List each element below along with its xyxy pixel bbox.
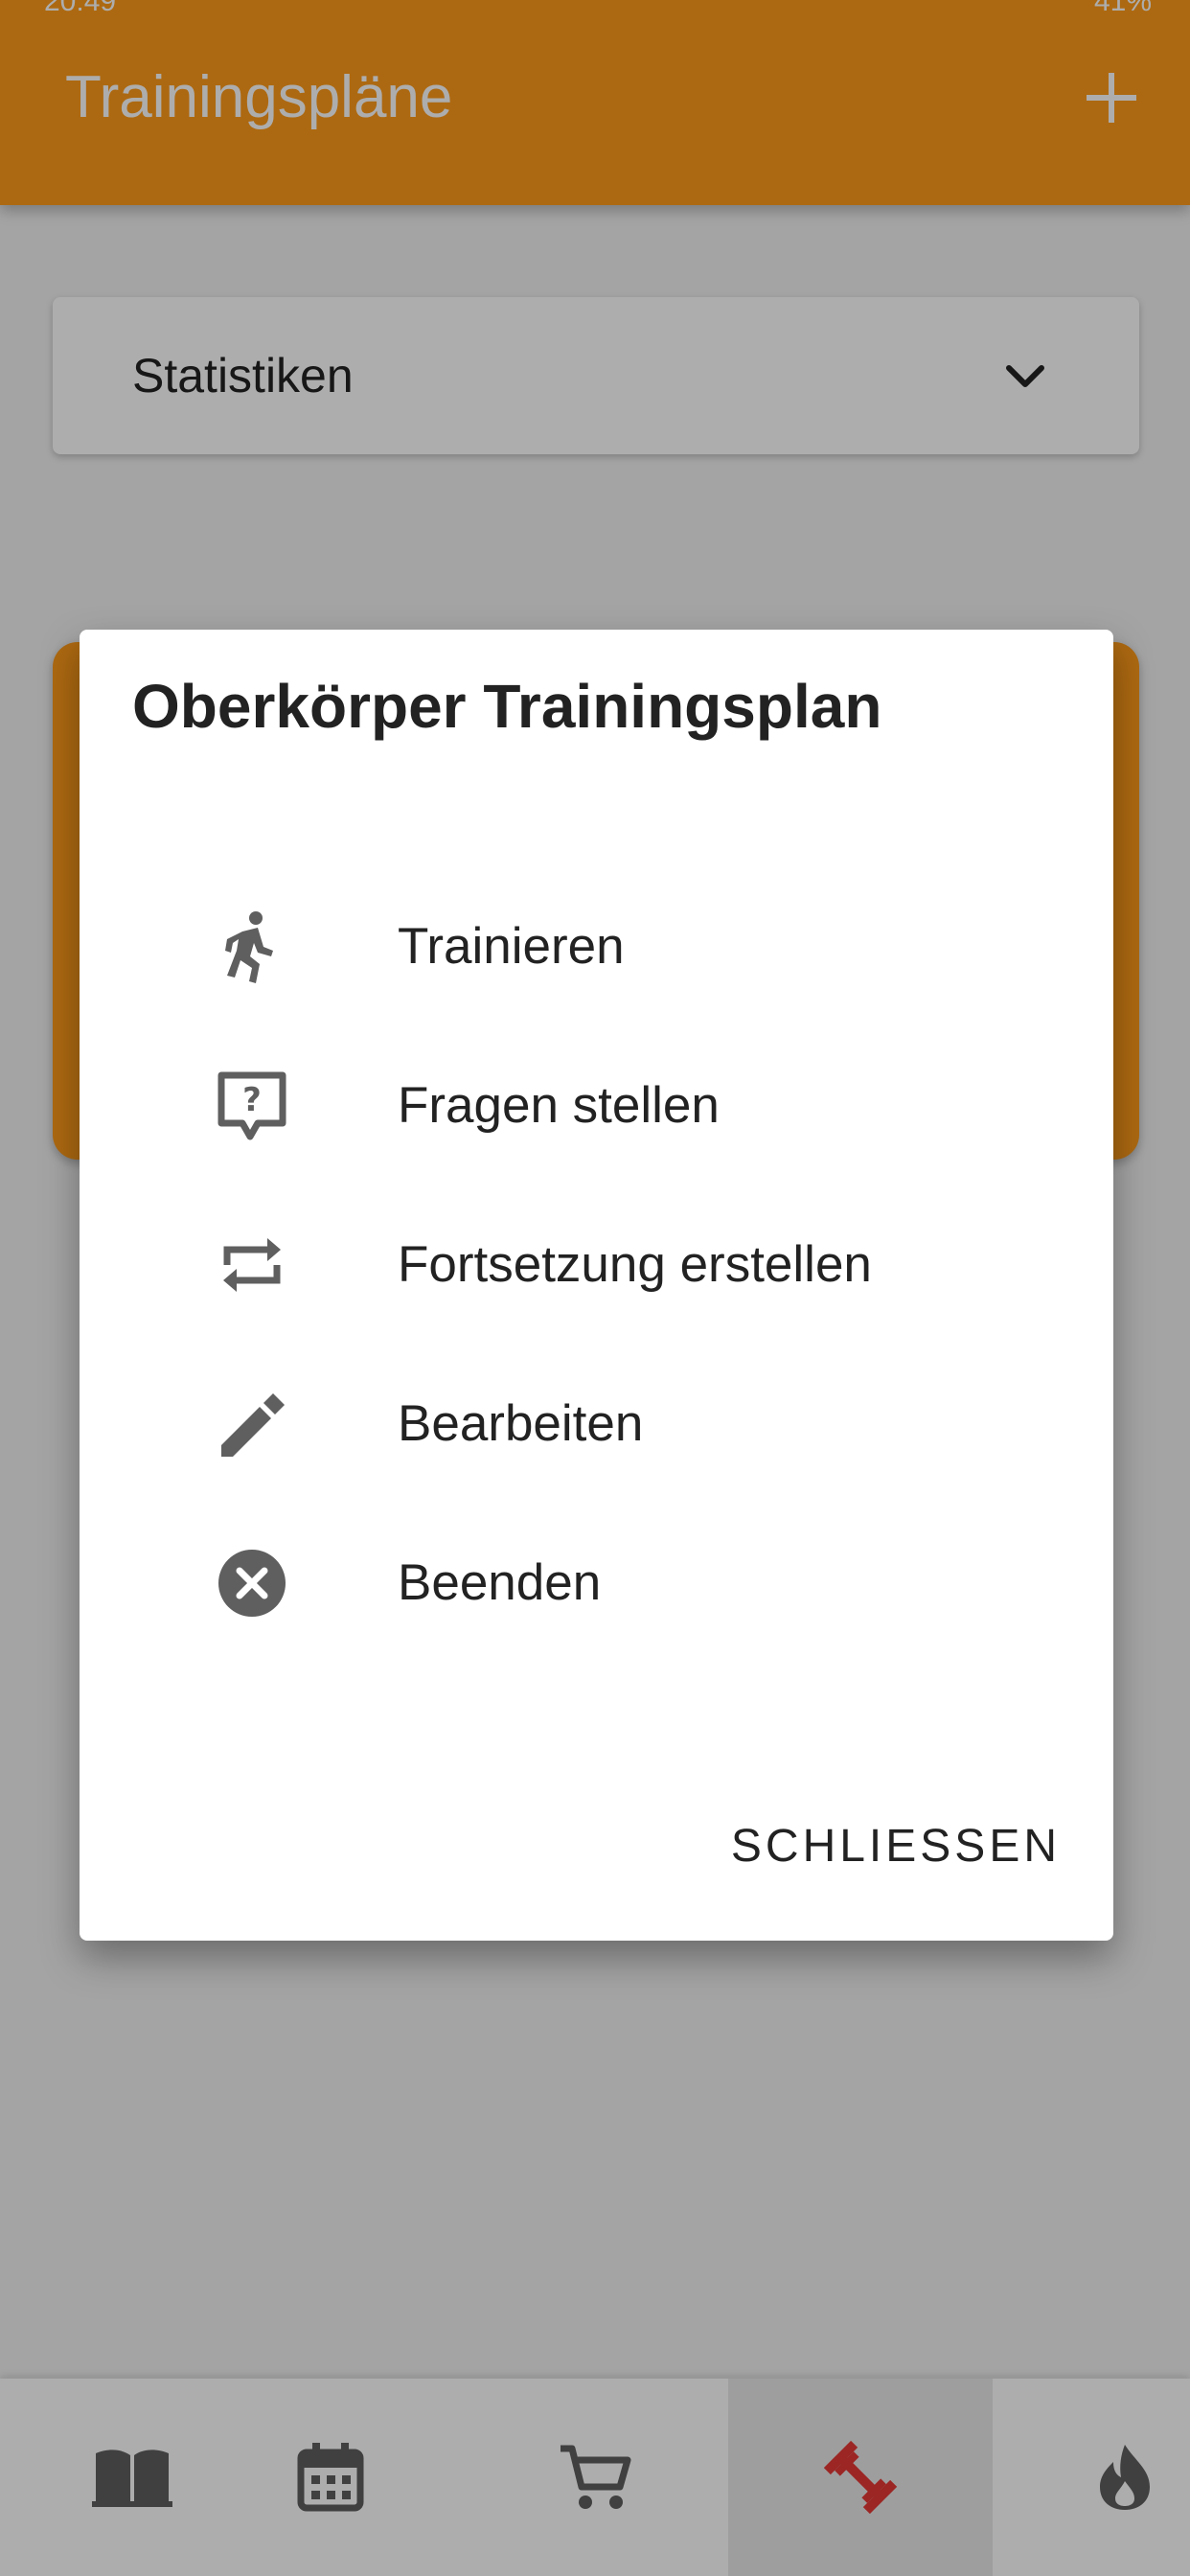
running-person-icon xyxy=(225,911,273,983)
menu-item-create-continuation[interactable]: Fortsetzung erstellen xyxy=(80,1185,1113,1345)
menu-item-end[interactable]: Beenden xyxy=(80,1504,1113,1663)
pencil-icon xyxy=(221,1393,285,1457)
menu-item-ask-questions[interactable]: ? Fragen stellen xyxy=(80,1026,1113,1185)
menu-item-label: Fortsetzung erstellen xyxy=(398,1236,872,1293)
svg-text:?: ? xyxy=(242,1081,262,1119)
plan-options-dialog: Oberkörper Trainingsplan Trainieren ? Fr… xyxy=(80,630,1113,1941)
repeat-icon xyxy=(223,1238,281,1292)
menu-item-train[interactable]: Trainieren xyxy=(80,867,1113,1026)
cancel-circle-icon xyxy=(218,1550,286,1617)
menu-item-label: Fragen stellen xyxy=(398,1077,720,1134)
close-button[interactable]: SCHLIESSEN xyxy=(731,1818,1061,1875)
menu-item-label: Bearbeiten xyxy=(398,1395,644,1452)
menu-item-label: Trainieren xyxy=(398,918,625,975)
screen: 20:49 41% Trainingspläne Statistiken Obe… xyxy=(0,0,1190,2576)
menu-item-edit[interactable]: Bearbeiten xyxy=(80,1345,1113,1504)
menu-item-label: Beenden xyxy=(398,1554,602,1611)
dialog-title: Oberkörper Trainingsplan xyxy=(132,672,882,741)
question-bubble-icon: ? xyxy=(217,1071,286,1140)
